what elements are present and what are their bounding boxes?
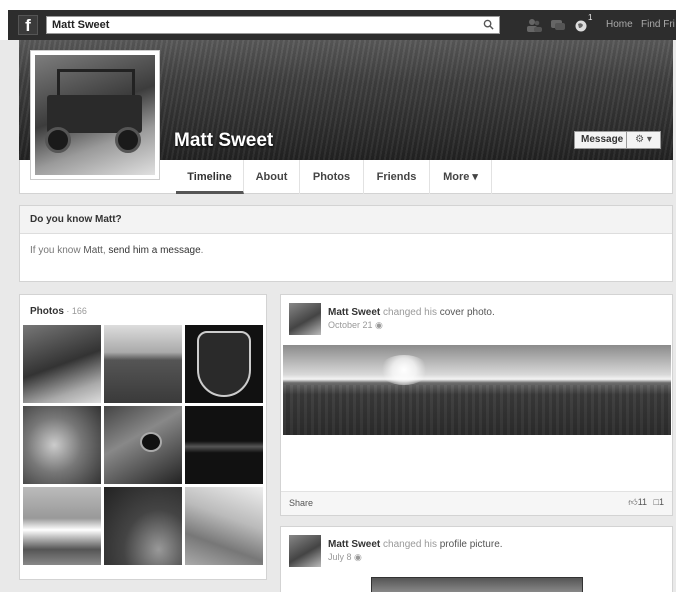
photo-thumbnail[interactable] (104, 325, 182, 403)
public-globe-icon: ◉ (354, 552, 362, 562)
profile-picture-image (35, 55, 155, 175)
photos-count: 166 (71, 306, 87, 316)
post-author-name[interactable]: Matt Sweet (328, 307, 380, 318)
atv-wheel (115, 127, 141, 153)
tab-about[interactable]: About (244, 160, 300, 194)
photo-thumbnail[interactable] (104, 406, 182, 484)
friend-requests-icon[interactable] (526, 18, 542, 32)
post-verb: changed his (380, 539, 440, 550)
comment-count: 1 (658, 497, 664, 507)
do-you-know-box: Do you know Matt? If you know Matt, send… (19, 205, 673, 282)
messages-icon[interactable] (550, 18, 566, 32)
like-icon[interactable]: 👍︎ (628, 497, 637, 507)
post-footer: Share 👍︎11 □1 (281, 491, 672, 515)
search-icon[interactable] (483, 19, 494, 30)
notification-count-badge: 1 (588, 13, 593, 22)
tab-photos[interactable]: Photos (300, 160, 364, 194)
state-police-badge-icon (197, 331, 251, 397)
post-object-link[interactable]: cover photo. (440, 307, 495, 318)
photo-thumbnail[interactable] (185, 406, 263, 484)
facebook-logo[interactable]: f (18, 15, 38, 35)
post-stats: 👍︎11 □1 (628, 497, 664, 508)
profile-picture[interactable] (30, 50, 160, 180)
nav-find-friends-link[interactable]: Find Fri (641, 19, 675, 30)
photo-thumbnail[interactable] (185, 487, 263, 565)
post-date[interactable]: July 8 ◉ (328, 552, 362, 563)
blue-bar: f Matt Sweet 1 Home Find Fri (8, 10, 676, 40)
send-message-link[interactable]: send him a message (108, 245, 200, 256)
photos-separator: · (63, 306, 72, 316)
post-date[interactable]: October 21 ◉ (328, 320, 383, 331)
photo-thumbnail[interactable] (185, 325, 263, 403)
photo-thumbnail[interactable] (23, 325, 101, 403)
tab-more[interactable]: More ▾ (430, 160, 492, 194)
post-date-text: October 21 (328, 320, 373, 330)
know-name-link[interactable]: Matt (83, 245, 102, 256)
post-object-link[interactable]: profile picture. (440, 539, 503, 550)
post-date-text: July 8 (328, 552, 352, 562)
profile-name[interactable]: Matt Sweet (174, 130, 273, 152)
timeline-post: Matt Sweet changed his profile picture. … (280, 526, 673, 592)
know-text-prefix: If you know (30, 245, 84, 256)
message-button[interactable]: Message (574, 131, 631, 149)
cover-photo-post-image[interactable] (283, 345, 671, 435)
photos-title: Photos (30, 306, 64, 317)
atv-wheel (45, 127, 71, 153)
post-headline: Matt Sweet changed his profile picture. (328, 539, 503, 550)
gear-dropdown-button[interactable]: ⚙ ▾ (626, 131, 661, 149)
fish-eye-icon (140, 432, 162, 452)
photo-thumbnail[interactable] (23, 406, 101, 484)
timeline-post: Matt Sweet changed his cover photo. Octo… (280, 294, 673, 516)
profile-picture-post-image[interactable] (371, 577, 583, 592)
search-input[interactable]: Matt Sweet (46, 16, 500, 34)
do-you-know-title: Do you know Matt? (20, 206, 672, 234)
tab-timeline[interactable]: Timeline (176, 160, 244, 194)
photo-thumbnail[interactable] (23, 487, 101, 565)
search-input-value: Matt Sweet (52, 19, 110, 31)
photos-header[interactable]: Photos · 166 (30, 306, 87, 317)
post-headline: Matt Sweet changed his cover photo. (328, 307, 495, 318)
sun-glare (379, 355, 429, 385)
like-count: 11 (637, 497, 648, 507)
tab-friends[interactable]: Friends (364, 160, 430, 194)
post-author-name[interactable]: Matt Sweet (328, 539, 380, 550)
atv-roof (57, 69, 135, 97)
field-texture (283, 385, 671, 435)
photos-panel: Photos · 166 (19, 294, 267, 580)
know-text-suffix: . (200, 245, 204, 256)
share-link[interactable]: Share (289, 498, 313, 508)
top-navigation: f Matt Sweet 1 Home Find Fri (0, 0, 676, 40)
avatar[interactable] (289, 303, 321, 335)
nav-home-link[interactable]: Home (606, 19, 633, 30)
do-you-know-body: If you know Matt, send him a message. (20, 234, 672, 267)
post-verb: changed his (380, 307, 440, 318)
photo-thumbnail[interactable] (104, 487, 182, 565)
public-globe-icon: ◉ (375, 320, 383, 330)
avatar[interactable] (289, 535, 321, 567)
